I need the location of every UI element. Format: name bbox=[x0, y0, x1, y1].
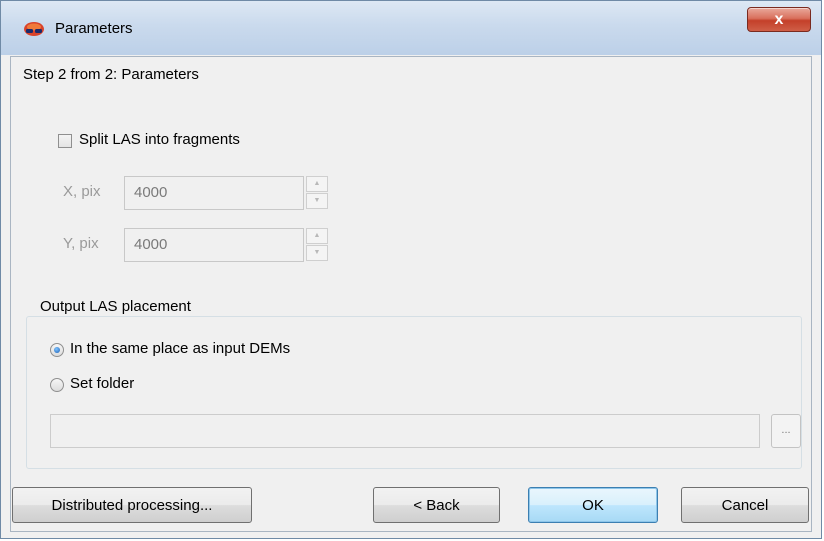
close-icon: x bbox=[774, 10, 784, 28]
parameters-dialog: Parameters x Step 2 from 2: Parameters S… bbox=[0, 0, 822, 539]
y-pix-label: Y, pix bbox=[63, 235, 99, 252]
same-place-label[interactable]: In the same place as input DEMs bbox=[70, 340, 290, 357]
set-folder-label[interactable]: Set folder bbox=[70, 375, 134, 392]
spin-up-icon[interactable]: ▲ bbox=[306, 176, 328, 192]
spin-up-icon[interactable]: ▲ bbox=[306, 228, 328, 244]
spin-down-icon[interactable]: ▼ bbox=[306, 193, 328, 209]
back-button[interactable]: < Back bbox=[373, 487, 500, 523]
y-pix-spinner[interactable]: ▲ ▼ bbox=[306, 228, 330, 262]
x-pix-spinner[interactable]: ▲ ▼ bbox=[306, 176, 330, 210]
split-las-label[interactable]: Split LAS into fragments bbox=[79, 131, 240, 148]
x-pix-label: X, pix bbox=[63, 183, 101, 200]
x-pix-input[interactable]: 4000 bbox=[124, 176, 304, 210]
cancel-button[interactable]: Cancel bbox=[681, 487, 809, 523]
close-button[interactable]: x bbox=[747, 7, 811, 32]
window-title: Parameters bbox=[55, 20, 133, 37]
title-bar[interactable]: Parameters x bbox=[1, 1, 821, 55]
same-place-radio[interactable] bbox=[50, 343, 64, 357]
dialog-body: Step 2 from 2: Parameters Split LAS into… bbox=[10, 56, 812, 532]
spin-down-icon[interactable]: ▼ bbox=[306, 245, 328, 261]
app-logo-icon bbox=[24, 22, 44, 36]
output-placement-title: Output LAS placement bbox=[36, 298, 195, 315]
folder-path-input[interactable] bbox=[50, 414, 760, 448]
ok-button[interactable]: OK bbox=[528, 487, 658, 523]
set-folder-radio[interactable] bbox=[50, 378, 64, 392]
browse-button[interactable]: ... bbox=[771, 414, 801, 448]
distributed-processing-button[interactable]: Distributed processing... bbox=[12, 487, 252, 523]
split-las-checkbox[interactable] bbox=[58, 134, 72, 148]
step-label: Step 2 from 2: Parameters bbox=[23, 66, 199, 83]
y-pix-input[interactable]: 4000 bbox=[124, 228, 304, 262]
